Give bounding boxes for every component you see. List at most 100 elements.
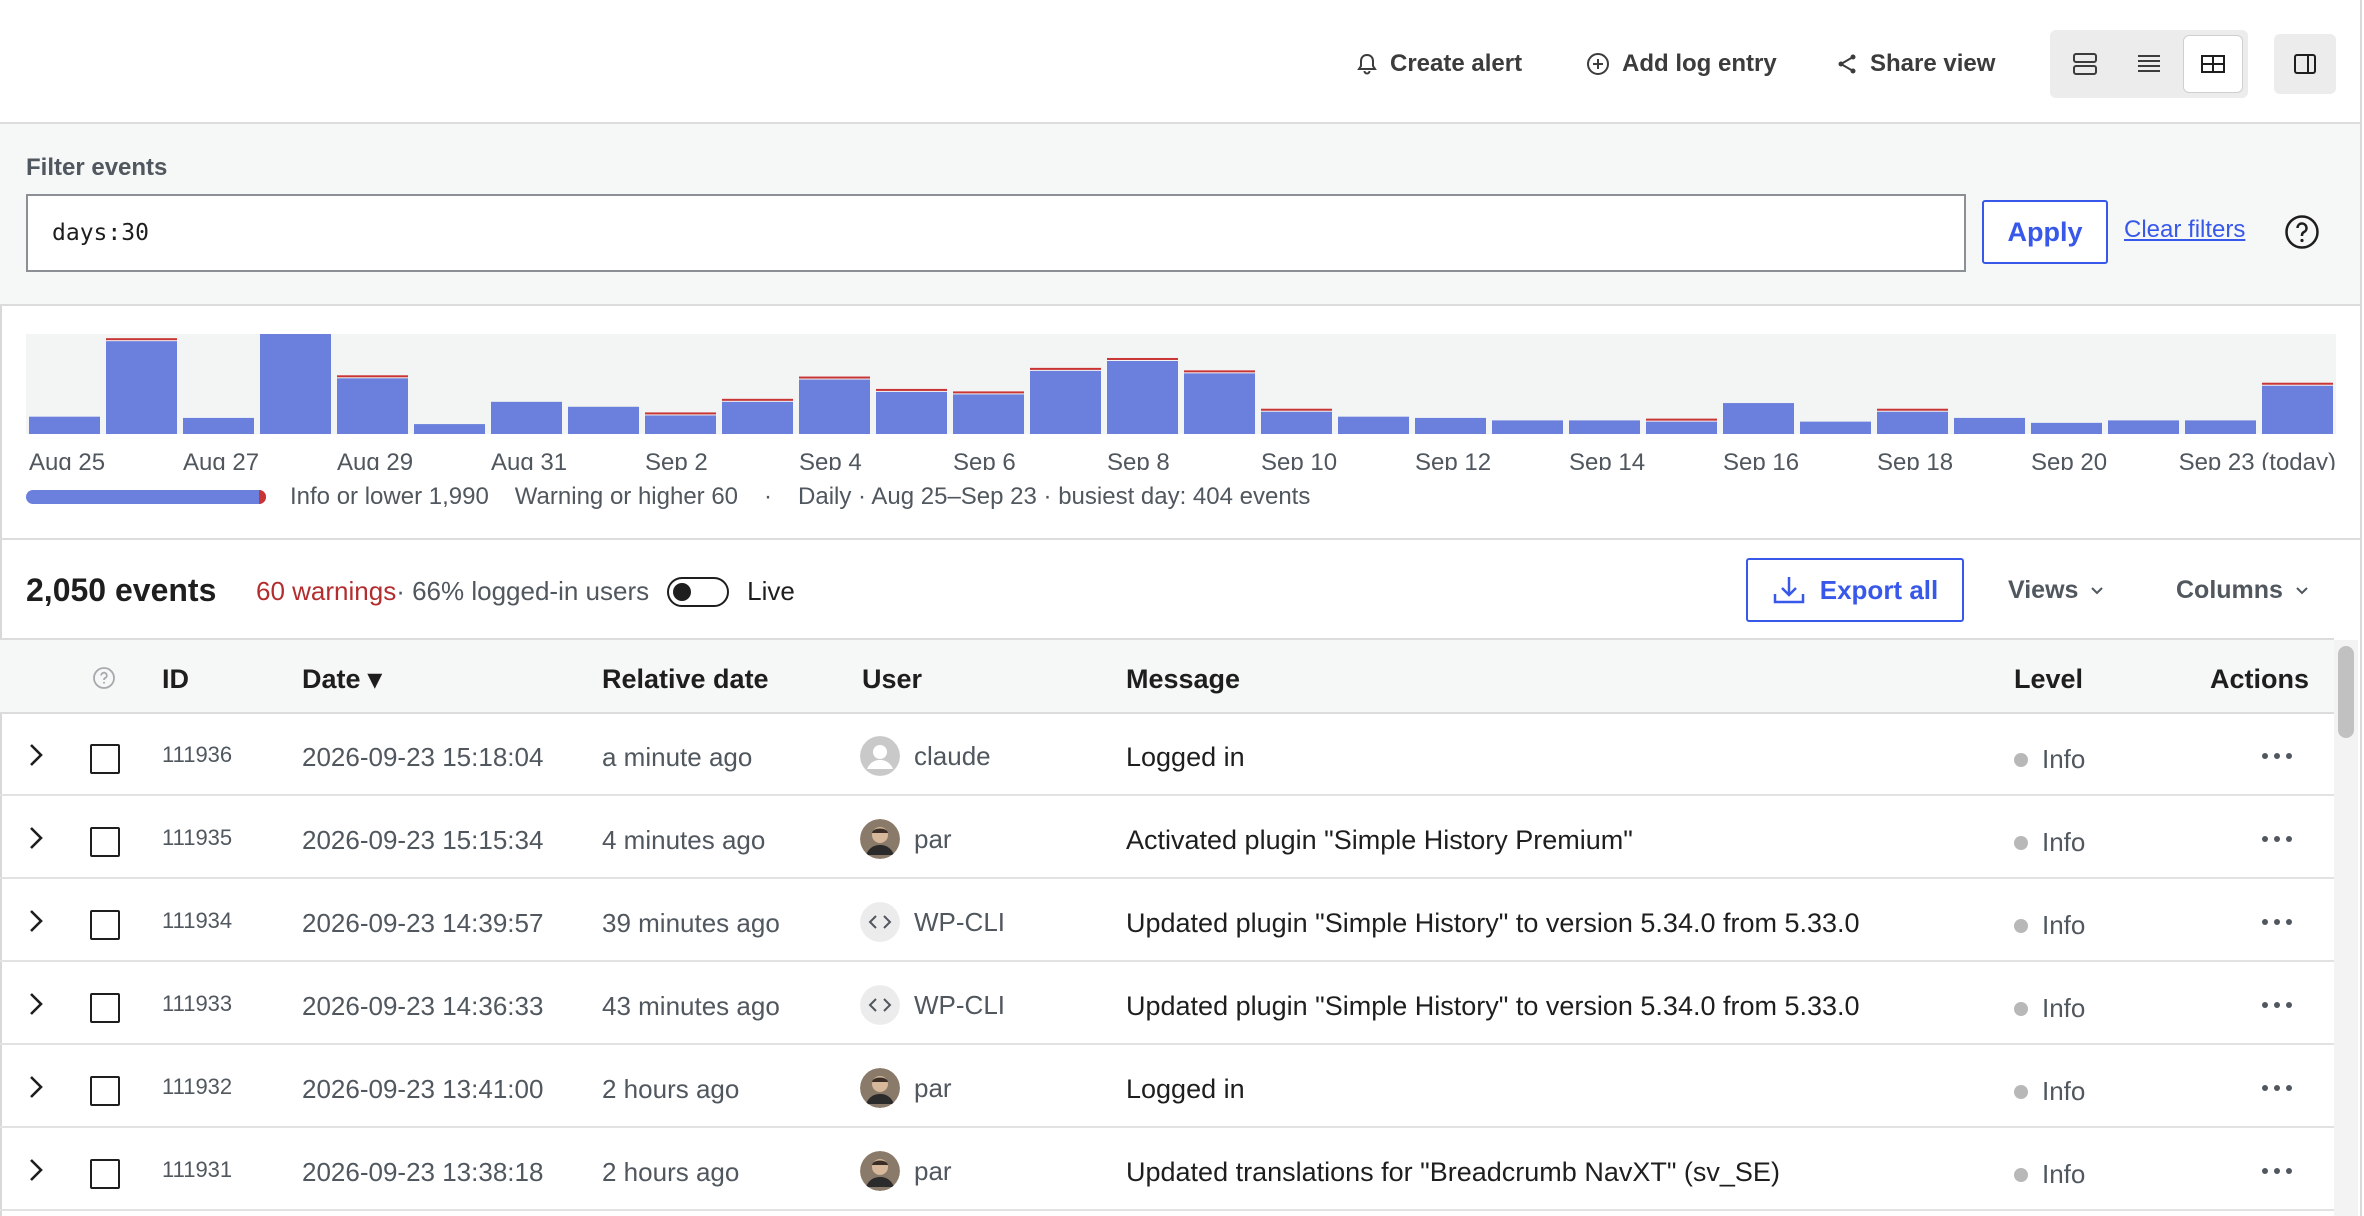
- column-header-date[interactable]: Date ▾: [302, 664, 382, 695]
- bar-sep-15[interactable]: [1646, 421, 1717, 434]
- warning-bar-aug-26[interactable]: [106, 338, 177, 341]
- warning-bar-sep-8[interactable]: [1107, 357, 1178, 360]
- filter-input[interactable]: [26, 194, 1966, 272]
- warning-bar-sep-6[interactable]: [953, 391, 1024, 394]
- chevron-right-icon[interactable]: [28, 1157, 44, 1183]
- bar-sep-11[interactable]: [1338, 416, 1409, 434]
- bar-sep-1[interactable]: [568, 406, 639, 434]
- table-row[interactable]: 111932 2026-09-23 13:41:00 2 hours ago par L…: [0, 1046, 2334, 1128]
- bar-sep-19[interactable]: [1954, 417, 2025, 434]
- bar-sep-17[interactable]: [1800, 421, 1871, 434]
- bar-sep-13[interactable]: [1492, 420, 1563, 434]
- more-actions-icon[interactable]: [2260, 1074, 2294, 1102]
- warning-bar-sep-15[interactable]: [1646, 418, 1717, 421]
- bar-aug-30[interactable]: [414, 424, 485, 434]
- row-checkbox[interactable]: [90, 744, 120, 774]
- apply-button[interactable]: Apply: [1982, 200, 2108, 264]
- columns-dropdown[interactable]: Columns: [2176, 576, 2309, 605]
- add-log-entry-button[interactable]: Add log entry: [1586, 44, 1777, 84]
- bar-sep-7[interactable]: [1030, 370, 1101, 434]
- export-all-button[interactable]: Export all: [1746, 558, 1964, 622]
- bar-sep-3[interactable]: [722, 401, 793, 434]
- bar-sep-10[interactable]: [1261, 411, 1332, 434]
- chevron-right-icon[interactable]: [28, 1074, 44, 1100]
- live-toggle[interactable]: [667, 576, 730, 607]
- row-checkbox[interactable]: [90, 910, 120, 940]
- column-header-message[interactable]: Message: [1126, 664, 1240, 695]
- clear-filters-link[interactable]: Clear filters: [2124, 216, 2245, 244]
- bar-aug-27[interactable]: [183, 417, 254, 434]
- event-user[interactable]: claude: [860, 736, 991, 776]
- more-actions-icon[interactable]: [2260, 908, 2294, 936]
- event-user[interactable]: par: [860, 1068, 952, 1108]
- more-actions-icon[interactable]: [2260, 742, 2294, 770]
- warning-bar-sep-23[interactable]: [2262, 382, 2333, 385]
- bar-aug-31[interactable]: [491, 401, 562, 434]
- warnings-count[interactable]: 60 warnings: [256, 576, 396, 607]
- help-circle-icon[interactable]: [92, 666, 116, 690]
- bar-sep-23[interactable]: [2262, 385, 2333, 434]
- more-actions-icon[interactable]: [2260, 991, 2294, 1019]
- table-row[interactable]: 111931 2026-09-23 13:38:18 2 hours ago par U…: [0, 1129, 2334, 1211]
- bar-aug-26[interactable]: [106, 341, 177, 434]
- bar-aug-29[interactable]: [337, 378, 408, 434]
- event-user[interactable]: WP-CLI: [860, 902, 1005, 942]
- x-tick-label: Sep 8: [1107, 449, 1170, 470]
- bar-sep-20[interactable]: [2031, 422, 2102, 434]
- bar-sep-16[interactable]: [1723, 403, 1794, 434]
- column-header-relative-date[interactable]: Relative date: [602, 664, 769, 695]
- warning-bar-sep-3[interactable]: [722, 398, 793, 401]
- warning-bar-sep-9[interactable]: [1184, 370, 1255, 373]
- help-icon[interactable]: [2284, 214, 2320, 250]
- warning-bar-sep-10[interactable]: [1261, 408, 1332, 411]
- row-checkbox[interactable]: [90, 827, 120, 857]
- bar-sep-14[interactable]: [1569, 420, 1640, 434]
- table-row[interactable]: 111933 2026-09-23 14:36:33 43 minutes ago W…: [0, 963, 2334, 1045]
- event-user[interactable]: WP-CLI: [860, 985, 1005, 1025]
- chevron-right-icon[interactable]: [28, 825, 44, 851]
- bar-sep-5[interactable]: [876, 391, 947, 434]
- more-actions-icon[interactable]: [2260, 1157, 2294, 1185]
- event-user[interactable]: par: [860, 819, 952, 859]
- column-header-level[interactable]: Level: [2014, 664, 2083, 695]
- bar-sep-18[interactable]: [1877, 411, 1948, 434]
- bar-sep-4[interactable]: [799, 379, 870, 434]
- chevron-right-icon[interactable]: [28, 742, 44, 768]
- bar-aug-25[interactable]: [29, 416, 100, 434]
- warning-bar-sep-18[interactable]: [1877, 408, 1948, 411]
- table-row[interactable]: 111936 2026-09-23 15:18:04 a minute ago cla…: [0, 714, 2334, 796]
- bar-sep-6[interactable]: [953, 394, 1024, 434]
- warning-bar-aug-29[interactable]: [337, 375, 408, 378]
- bar-sep-8[interactable]: [1107, 360, 1178, 434]
- bar-sep-21[interactable]: [2108, 420, 2179, 434]
- chevron-right-icon[interactable]: [28, 908, 44, 934]
- toggle-sidebar-button[interactable]: [2274, 34, 2336, 94]
- warning-bar-sep-2[interactable]: [645, 412, 716, 415]
- table-row[interactable]: 111935 2026-09-23 15:15:34 4 minutes ago pa…: [0, 797, 2334, 879]
- warning-bar-sep-5[interactable]: [876, 388, 947, 391]
- event-user[interactable]: par: [860, 1151, 952, 1191]
- table-row[interactable]: 111934 2026-09-23 14:39:57 39 minutes ago W…: [0, 880, 2334, 962]
- create-alert-button[interactable]: Create alert: [1356, 44, 1522, 84]
- more-actions-icon[interactable]: [2260, 825, 2294, 853]
- column-header-id[interactable]: ID: [162, 664, 189, 695]
- view-mode-list-button[interactable]: [2120, 36, 2178, 92]
- views-dropdown[interactable]: Views: [2008, 576, 2104, 605]
- table-scrollbar[interactable]: [2334, 640, 2358, 1216]
- row-checkbox[interactable]: [90, 993, 120, 1023]
- view-mode-cards-button[interactable]: [2056, 36, 2114, 92]
- scrollbar-thumb[interactable]: [2338, 646, 2354, 738]
- chevron-right-icon[interactable]: [28, 991, 44, 1017]
- column-header-user[interactable]: User: [862, 664, 922, 695]
- bar-aug-28[interactable]: [260, 334, 331, 434]
- view-mode-table-button[interactable]: [2184, 36, 2242, 92]
- warning-bar-sep-4[interactable]: [799, 376, 870, 379]
- bar-sep-22[interactable]: [2185, 420, 2256, 434]
- row-checkbox[interactable]: [90, 1159, 120, 1189]
- bar-sep-2[interactable]: [645, 415, 716, 434]
- share-view-button[interactable]: Share view: [1836, 44, 1995, 84]
- warning-bar-sep-7[interactable]: [1030, 367, 1101, 370]
- bar-sep-12[interactable]: [1415, 417, 1486, 434]
- bar-sep-9[interactable]: [1184, 373, 1255, 434]
- row-checkbox[interactable]: [90, 1076, 120, 1106]
